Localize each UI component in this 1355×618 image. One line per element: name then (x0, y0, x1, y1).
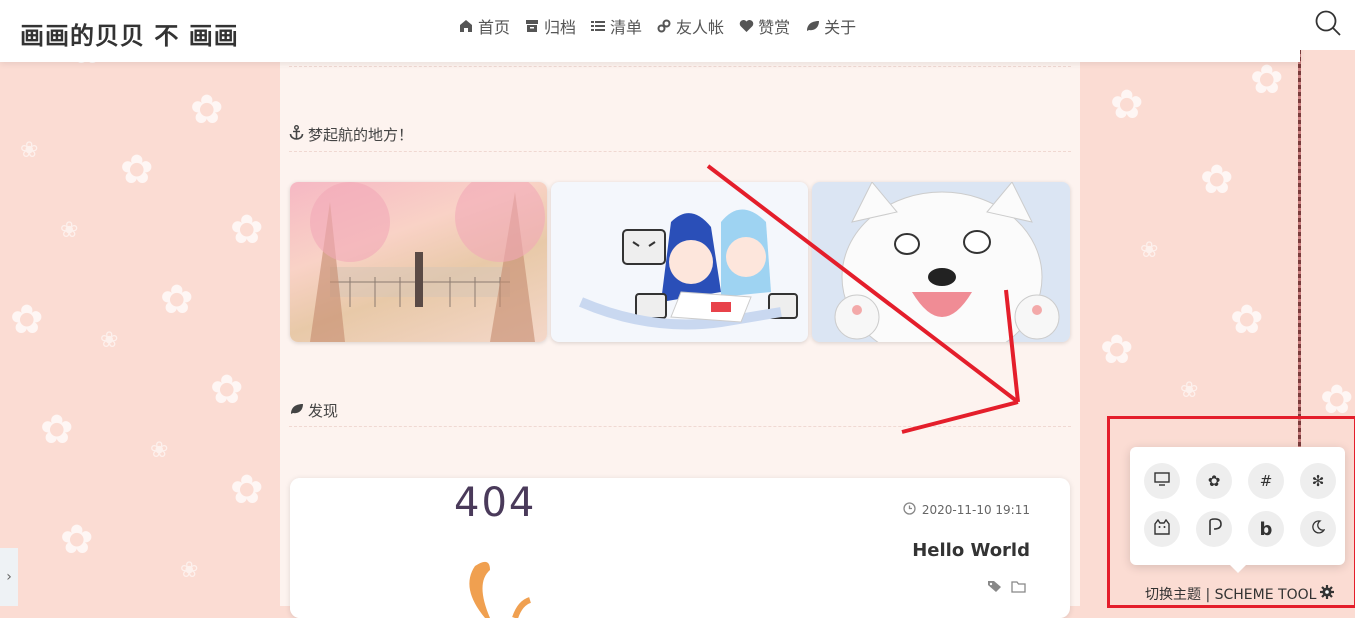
sakura-petal-decoration: ✿ (1100, 327, 1134, 373)
sakura-petal-decoration: ❀ (150, 438, 169, 463)
site-logo[interactable]: 画画的贝贝 不 画画 (20, 16, 239, 51)
sakura-petal-decoration: ✿ (60, 517, 94, 563)
sakura-petal-decoration: ❀ (180, 558, 199, 583)
post-date: 2020-11-10 19:11 (903, 502, 1030, 518)
section-title-start: 梦起航的地方！ (289, 124, 413, 145)
home-icon (458, 18, 474, 34)
search-button[interactable] (1300, 0, 1355, 50)
theme-pixiv-button[interactable] (1196, 511, 1232, 547)
divider (289, 66, 1071, 67)
search-icon (1314, 9, 1342, 41)
sidebar-toggle[interactable]: › (0, 548, 18, 606)
nav-label: 清单 (610, 18, 643, 37)
post-meta (987, 580, 1026, 597)
sakura-petal-decoration: ❀ (100, 328, 119, 353)
sakura-icon: ✿ (1207, 472, 1221, 490)
nav-item-home[interactable]: 首页 (458, 14, 510, 38)
sakura-petal-decoration: ✿ (210, 367, 244, 413)
post-card[interactable]: 404 2020-11-10 19:11 Hello World (290, 478, 1070, 618)
anchor-icon (289, 125, 304, 144)
clock-icon (903, 502, 916, 518)
divider (289, 151, 1071, 152)
site-header: 画画的贝贝 不 画画 首页 归档 清单 友人帐 赞赏 关于 (0, 0, 1300, 62)
nav-label: 首页 (478, 18, 511, 37)
theme-switcher-panel: ✿ # ✻ b (1130, 447, 1345, 573)
feature-image-sakura-scene[interactable] (290, 182, 547, 342)
sakura-petal-decoration: ✿ (40, 407, 74, 453)
nav-item-friends[interactable]: 友人帐 (656, 14, 724, 38)
feature-image-white-dog[interactable] (812, 182, 1070, 342)
heart-icon (738, 18, 754, 34)
scheme-tool-toggle[interactable]: 切换主题 | SCHEME TOOL (1145, 584, 1335, 604)
post-thumbnail[interactable]: 404 (290, 478, 718, 618)
leaf-icon (289, 402, 304, 420)
nav-item-donate[interactable]: 赞赏 (738, 14, 790, 38)
nav-item-list[interactable]: 清单 (590, 14, 642, 38)
cat-illustration (469, 561, 532, 618)
cat-icon (1153, 518, 1171, 539)
section-title-discover: 发现 (289, 400, 338, 421)
sakura-petal-decoration: ✿ (160, 277, 194, 323)
theme-hash-button[interactable]: # (1248, 463, 1284, 499)
sakura-petal-decoration: ✿ (230, 467, 264, 513)
theme-dark-button[interactable] (1300, 511, 1336, 547)
bing-icon: b (1259, 518, 1273, 540)
sakura-petal-decoration: ❀ (1140, 238, 1159, 263)
nav-label: 关于 (824, 18, 857, 37)
link-icon (656, 18, 672, 34)
theme-monitor-button[interactable] (1144, 463, 1180, 499)
nav-item-about[interactable]: 关于 (804, 14, 856, 38)
sakura-petal-decoration: ❀ (20, 138, 39, 163)
chevron-right-icon: › (6, 569, 12, 585)
nav-label: 赞赏 (758, 18, 791, 37)
sakura-petal-decoration: ❀ (60, 218, 79, 243)
sakura-petal-decoration: ❀ (1180, 378, 1199, 403)
nav-item-archive[interactable]: 归档 (524, 14, 576, 38)
sakura-petal-decoration: ✿ (1200, 157, 1234, 203)
feature-image-bilibili[interactable] (551, 182, 808, 342)
sakura-petal-decoration: ✿ (230, 207, 264, 253)
moon-icon (1311, 520, 1326, 538)
sakura-petal-decoration: ✿ (10, 297, 44, 343)
tags-icon[interactable] (987, 580, 1003, 597)
sakura-petal-decoration: ✿ (120, 147, 154, 193)
sakura-petal-decoration: ✿ (1250, 57, 1284, 103)
theme-snowflake-button[interactable]: ✻ (1300, 463, 1336, 499)
snowflake-icon: ✻ (1311, 472, 1325, 490)
main-nav: 首页 归档 清单 友人帐 赞赏 关于 (458, 14, 856, 38)
folder-icon[interactable] (1011, 580, 1026, 597)
divider (289, 426, 1071, 427)
archive-icon (524, 18, 540, 34)
sakura-petal-decoration: ✿ (1110, 82, 1144, 128)
main-content: 梦起航的地方！ 发现 404 2020-11-10 19:11 Hello Wo… (280, 62, 1080, 618)
sakura-petal-decoration: ✿ (1320, 377, 1354, 423)
list-icon (590, 18, 606, 34)
scheme-tool-label: 切换主题 | SCHEME TOOL (1145, 587, 1317, 603)
sakura-petal-decoration: ✿ (190, 87, 224, 133)
pixiv-icon (1206, 518, 1222, 540)
sakura-petal-decoration: ✿ (1230, 297, 1264, 343)
post-title[interactable]: Hello World (912, 540, 1030, 561)
nav-label: 归档 (544, 18, 577, 37)
theme-sakura-button[interactable]: ✿ (1196, 463, 1232, 499)
theme-cat-button[interactable] (1144, 511, 1180, 547)
monitor-icon (1154, 472, 1170, 490)
hash-icon: # (1259, 472, 1273, 490)
leaf-icon (804, 18, 820, 34)
nav-label: 友人帐 (676, 18, 725, 37)
theme-bing-button[interactable]: b (1248, 511, 1284, 547)
gear-icon (1320, 585, 1335, 603)
decorative-thread (1298, 50, 1301, 450)
